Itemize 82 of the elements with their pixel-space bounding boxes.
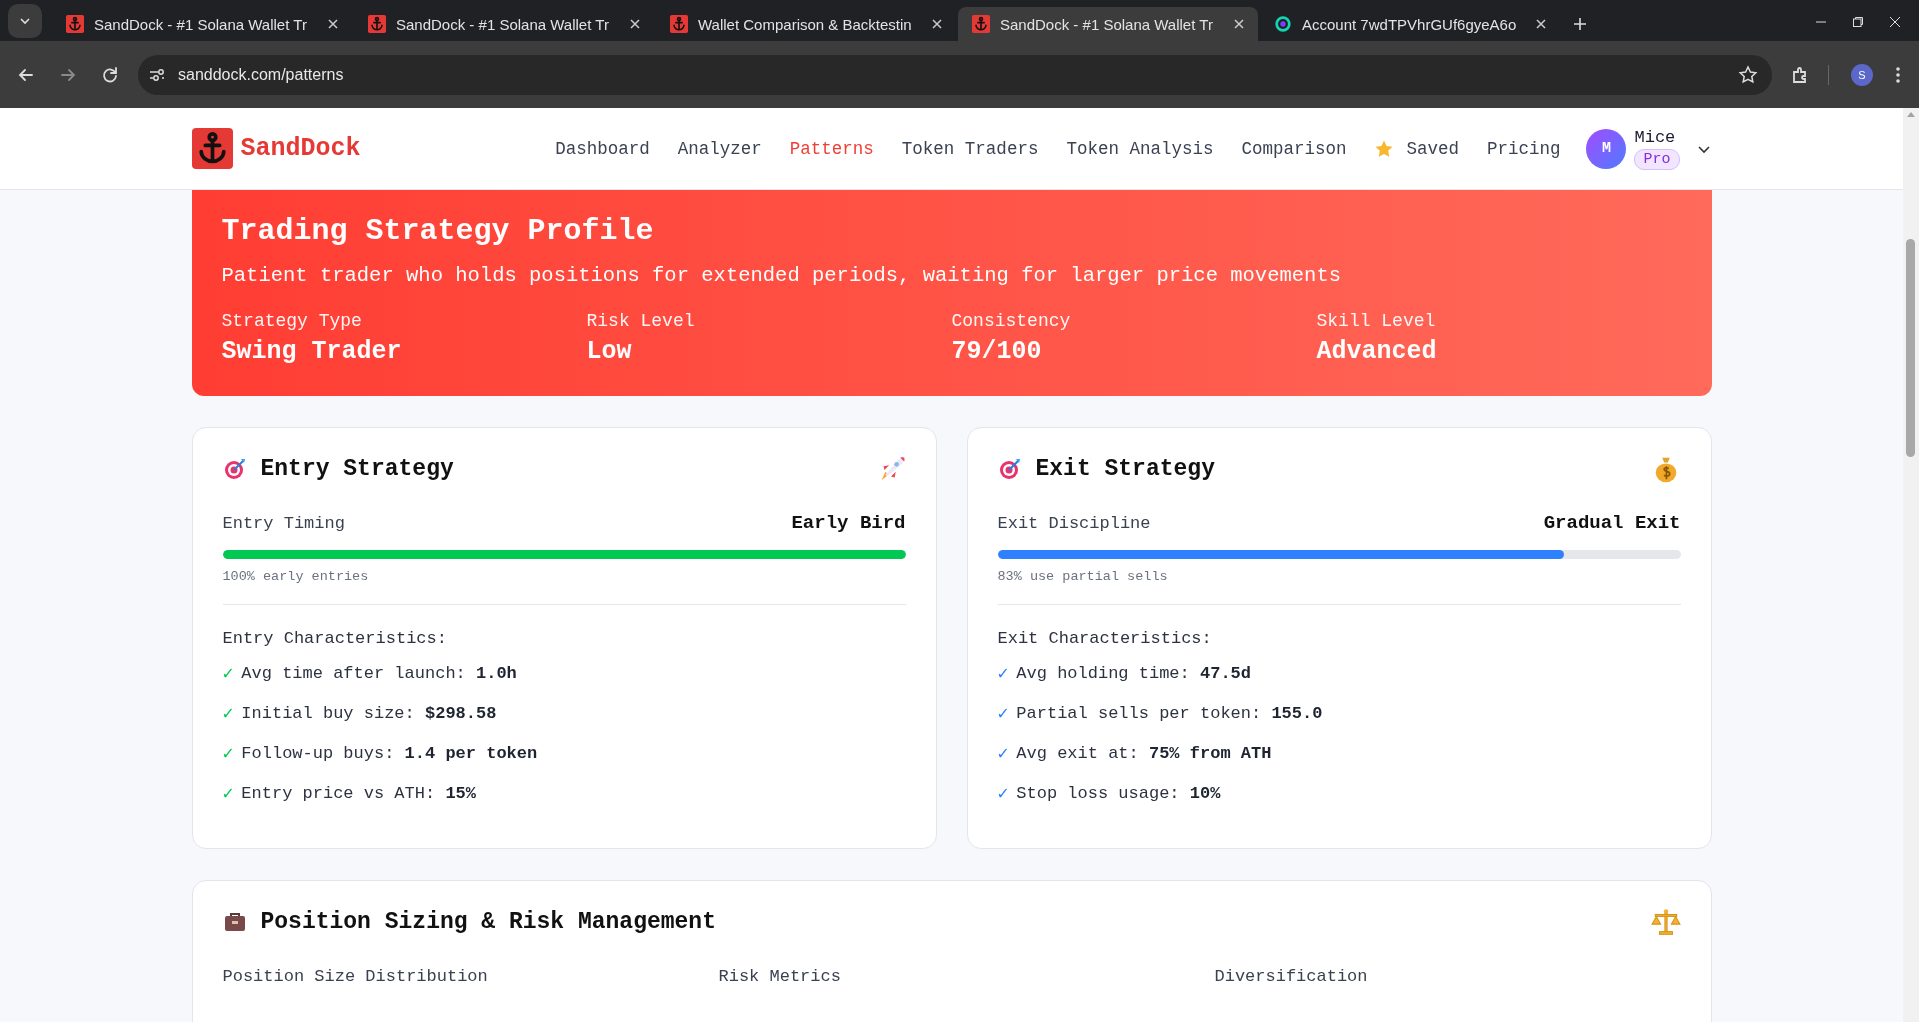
stat-value: 79/100 (951, 337, 1043, 366)
stat-value: Swing Trader (221, 337, 403, 366)
restore-icon[interactable] (1852, 15, 1864, 28)
anchor-icon (972, 15, 990, 33)
close-icon[interactable] (628, 17, 642, 31)
progress-caption: 100% early entries (222, 569, 369, 584)
browser-tab[interactable]: SandDock - #1 Solana Wallet Tr (354, 7, 654, 41)
characteristic-text: Follow-up buys: 1.4 per token (241, 743, 538, 763)
column-heading: Diversification (1214, 967, 1369, 986)
card-title: Exit Strategy (1035, 456, 1215, 482)
column-heading: Risk Metrics (718, 967, 842, 986)
stat-value: Low (586, 337, 633, 366)
address-bar[interactable]: sanddock.com/patterns (138, 54, 1772, 95)
profile-avatar[interactable]: S (1851, 63, 1873, 86)
anchor-icon (66, 15, 84, 33)
brand-name[interactable]: SandDock (240, 134, 361, 163)
check-mark: ✓ (222, 703, 234, 724)
card-title: Position Sizing & Risk Management (260, 909, 716, 935)
reload-icon[interactable] (100, 64, 120, 85)
tab-list-button[interactable] (8, 3, 42, 38)
nav-link[interactable]: Patterns (789, 138, 874, 159)
target-icon (222, 457, 247, 481)
metric-label: Exit Discipline (997, 514, 1151, 533)
browser-tab[interactable]: Account 7wdTPVhrGUf6gyeA6o (1260, 7, 1560, 41)
check-mark: ✓ (997, 783, 1009, 804)
column-heading: Position Size Distribution (222, 967, 489, 986)
target-icon (997, 457, 1022, 481)
list-title: Entry Characteristics: (222, 629, 448, 648)
menu-icon[interactable] (1895, 65, 1901, 84)
close-icon[interactable] (1534, 17, 1548, 31)
nav-link[interactable]: Pricing (1486, 138, 1561, 159)
characteristic-text: Initial buy size: $298.58 (241, 703, 497, 723)
nav-link[interactable]: Token Traders (901, 138, 1039, 159)
nav-link[interactable]: Comparison (1241, 138, 1347, 159)
browser-tab[interactable]: SandDock - #1 Solana Wallet Tr (52, 7, 352, 41)
scales-icon (1650, 907, 1681, 937)
metric-value: Gradual Exit (1543, 512, 1681, 534)
progress-caption: 83% use partial sells (997, 569, 1168, 584)
anchor-logo-icon (191, 128, 233, 169)
stat-label: Consistency (951, 311, 1072, 331)
bookmark-star-icon[interactable] (1738, 64, 1758, 85)
nav-link[interactable]: Dashboard (555, 138, 650, 159)
stat-label: Risk Level (586, 311, 696, 331)
stat-label: Skill Level (1316, 311, 1437, 331)
nav-link[interactable]: Saved (1374, 138, 1459, 159)
characteristic-text: Avg exit at: 75% from ATH (1016, 743, 1272, 763)
check-mark: ✓ (222, 783, 234, 804)
check-mark: ✓ (997, 743, 1009, 764)
characteristic-text: Stop loss usage: 10% (1016, 783, 1221, 803)
plan-badge: Pro (1634, 148, 1680, 170)
user-name: Mice (1634, 127, 1676, 147)
ring-icon (1274, 15, 1292, 33)
anchor-icon (368, 15, 386, 33)
close-icon[interactable] (930, 17, 944, 31)
metric-label: Entry Timing (222, 514, 345, 533)
characteristic-text: Avg time after launch: 1.0h (241, 663, 517, 683)
anchor-icon (670, 15, 688, 33)
browser-tab[interactable]: Wallet Comparison & Backtestin (656, 7, 956, 41)
close-icon[interactable] (326, 17, 340, 31)
characteristic-text: Entry price vs ATH: 15% (241, 783, 476, 803)
check-mark: ✓ (997, 663, 1009, 684)
nav-link[interactable]: Analyzer (677, 138, 762, 159)
characteristic-text: Avg holding time: 47.5d (1016, 663, 1251, 683)
user-avatar[interactable]: M (1586, 128, 1627, 169)
metric-value: Early Bird (791, 512, 906, 534)
check-mark: ✓ (997, 703, 1009, 724)
list-title: Exit Characteristics: (997, 629, 1213, 648)
stat-label: Strategy Type (221, 311, 363, 331)
scrollbar[interactable] (1903, 108, 1919, 1022)
close-icon[interactable] (1888, 15, 1901, 28)
new-tab-icon[interactable] (1572, 16, 1588, 32)
briefcase-icon (222, 910, 247, 934)
profile-title: Trading Strategy Profile (221, 214, 655, 248)
check-mark: ✓ (222, 663, 234, 684)
card-title: Entry Strategy (260, 456, 454, 482)
nav-link[interactable]: Token Analysis (1066, 138, 1214, 159)
check-mark: ✓ (222, 743, 234, 764)
stat-value: Advanced (1316, 337, 1438, 366)
close-icon[interactable] (1232, 17, 1246, 31)
profile-description: Patient trader who holds positions for extended periods, waiting for larger price movements (221, 264, 1342, 287)
characteristic-text: Partial sells per token: 155.0 (1016, 703, 1323, 723)
browser-tab[interactable]: SandDock - #1 Solana Wallet Tr (958, 7, 1258, 41)
